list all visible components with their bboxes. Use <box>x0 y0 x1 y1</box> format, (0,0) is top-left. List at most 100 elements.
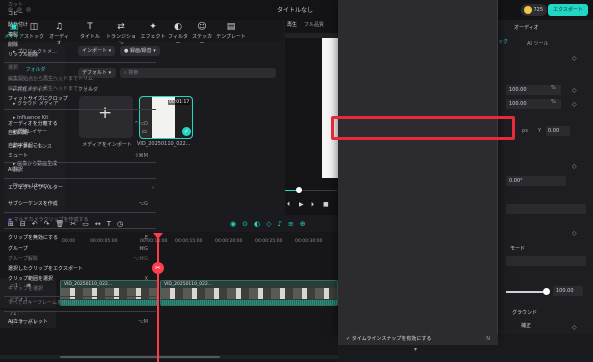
tab-active-partial[interactable]: ック <box>498 38 516 48</box>
menu-shortcut: ⇧⌘M <box>134 153 148 159</box>
menu-label: カット <box>8 2 24 8</box>
menu-separator <box>4 228 156 229</box>
menu-label: 削除 <box>8 42 19 48</box>
percent-unit: % <box>551 99 556 105</box>
menu-label: ミュート <box>8 153 29 159</box>
play-icon[interactable]: ▶ <box>299 201 304 208</box>
menu-label: リップル削除 <box>8 52 39 58</box>
ruler-tick: 00:00:20:00 <box>215 239 243 244</box>
timeline-clip[interactable]: VID_20250110_022... <box>160 280 338 306</box>
filter-icon: ◐ <box>174 22 182 32</box>
menu-item-mute[interactable]: ミュート ⇧⌘M <box>8 151 156 162</box>
tab-preview-quality[interactable]: フル品質 <box>304 21 324 28</box>
position-y-field[interactable]: 0.00 <box>546 126 570 136</box>
menu-shortcut: E <box>144 235 148 241</box>
menu-label: 自動同期 <box>8 130 29 136</box>
y-label: Y <box>538 128 542 134</box>
menu-label: クリップ範囲を選択 <box>8 276 54 282</box>
points-badge[interactable]: 725 <box>521 4 547 16</box>
menu-item-auto-sync[interactable]: 自動同期 <box>8 128 156 139</box>
opacity-field[interactable]: 100.00 <box>553 286 583 296</box>
tab-preview-play[interactable]: 再生 <box>287 21 297 28</box>
menu-item-select[interactable]: 選択 <box>8 63 156 74</box>
menu-item-copy[interactable]: コピー <box>8 9 156 20</box>
tab-ai-tools[interactable]: AI ツール <box>527 40 549 47</box>
menu-label: タイムラインスナップを有効にする <box>351 336 432 342</box>
ruler-tick: 00:00:30:00 <box>295 239 323 244</box>
timeline-scroll-thumb[interactable] <box>60 356 220 358</box>
menu-label: すべてのキーフレームをクリア <box>8 300 78 306</box>
menu-label: グループ解除 <box>8 256 38 262</box>
menu-item-effects-filters[interactable]: エフェクトとフィルター › <box>8 183 156 194</box>
rotation-field[interactable]: 0.00° <box>506 176 566 186</box>
tab-template[interactable]: ▤ テンプレート <box>215 22 247 40</box>
tab-label: テンプレート <box>216 34 246 40</box>
menu-label: 複製 <box>8 32 19 38</box>
menu-separator <box>4 109 156 110</box>
menu-label: クリップを無効にする <box>8 235 59 241</box>
menu-item-ripple-delete[interactable]: リップル削除 <box>8 50 156 61</box>
menu-shortcut: ⌥M <box>137 319 148 325</box>
clip-waveform <box>161 300 337 305</box>
ruler-tick: 00:00:25:00 <box>255 239 283 244</box>
menu-separator <box>4 212 156 213</box>
menu-label: AIカラーパレット <box>8 319 48 325</box>
duration-badge: 00:01:17 <box>168 100 191 105</box>
menu-item-ai-color-palette[interactable]: AIカラーパレット ⌥M <box>8 317 156 328</box>
px-unit: px <box>522 128 529 134</box>
percent-unit: % <box>551 85 556 91</box>
menu-label: 自動字幕起こし <box>8 143 44 149</box>
opacity-slider-handle[interactable] <box>543 288 550 295</box>
window-title: タイトルなし <box>276 7 313 14</box>
menu-separator <box>4 296 156 297</box>
clip-thumbnails <box>161 288 337 299</box>
template-icon: ▤ <box>226 22 236 32</box>
keyframe-diamond-icon[interactable]: ◇ <box>572 87 577 94</box>
blend-mode-label: モード <box>510 246 526 252</box>
blend-mode-select[interactable] <box>506 256 586 266</box>
menu-shortcut: N <box>486 336 490 342</box>
playhead[interactable] <box>157 233 159 362</box>
step-back-icon[interactable]: ⏴ <box>287 201 290 209</box>
keyframe-diamond-icon[interactable]: ◇ <box>572 230 577 237</box>
menu-separator <box>4 162 156 163</box>
stop-icon[interactable]: ■ <box>323 201 329 208</box>
points-value: 725 <box>533 7 543 13</box>
scrubber-handle[interactable] <box>296 187 302 193</box>
keyframe-diamond-icon[interactable]: ◇ <box>572 101 577 108</box>
menu-item-timeline-snap[interactable]: ✓ タイムラインスナップを有効にする N <box>338 334 498 345</box>
menu-item-create-subsequence[interactable]: サブシーケンスを作成 ⌥G <box>8 199 156 210</box>
timeline-tools-right[interactable]: ◉⊙◐◇♪≡⊕ <box>230 220 312 228</box>
menu-label: 編集終了点から再生ヘッドまでトリム <box>8 86 94 92</box>
menu-label: マルチカメラクリップを作成する <box>13 217 89 223</box>
keyframe-diamond-icon[interactable]: ◇ <box>572 324 577 331</box>
step-forward-icon[interactable]: ⏵ <box>311 201 314 209</box>
highlight-box <box>331 116 515 140</box>
clip-label: VID_20250110_022... <box>164 282 213 287</box>
menu-item-ai-translate[interactable]: AI翻訳 <box>8 165 156 176</box>
menu-label: 貼り付け <box>8 22 29 28</box>
check-icon: ✓ <box>182 127 191 136</box>
menu-separator <box>4 311 156 312</box>
flip-button-group[interactable] <box>506 204 586 214</box>
menu-label: フィットサイズにクロップ <box>8 96 68 102</box>
keyframe-diamond-icon[interactable]: ◇ <box>572 55 577 62</box>
background-section-label: グラウンド <box>512 310 538 316</box>
tab-audio-panel[interactable]: オーディオ <box>514 24 539 31</box>
menu-item-multicam[interactable]: ▰ マルチカメラクリップを作成する <box>8 215 156 226</box>
menu-item-crop-to-fit[interactable]: フィットサイズにクロップ <box>8 94 156 105</box>
opacity-slider[interactable] <box>506 291 546 293</box>
menu-label: 選択したクリップをエクスポート <box>8 266 83 272</box>
keyframe-diamond-icon[interactable]: ◇ <box>572 163 577 170</box>
menu-label: オーディオを分離する <box>8 121 58 127</box>
menu-item-clear-keyframes[interactable]: すべてのキーフレームをクリア <box>8 298 156 309</box>
export-button[interactable]: エクスポート <box>548 4 588 16</box>
menu-item-select-gap[interactable]: ギャップを選択 <box>8 284 156 295</box>
menu-label: ギャップを選択 <box>8 286 44 292</box>
menu-label: サブシーケンスを作成 <box>8 201 58 207</box>
menu-separator <box>4 178 156 179</box>
menu-scroll-down-icon[interactable]: ▾ <box>414 346 417 353</box>
menu-shortcut: ⌥G <box>138 201 148 207</box>
menu-label: エフェクトとフィルター <box>8 185 63 191</box>
menu-item-disable-clip[interactable]: クリップを無効にする E <box>8 233 156 244</box>
